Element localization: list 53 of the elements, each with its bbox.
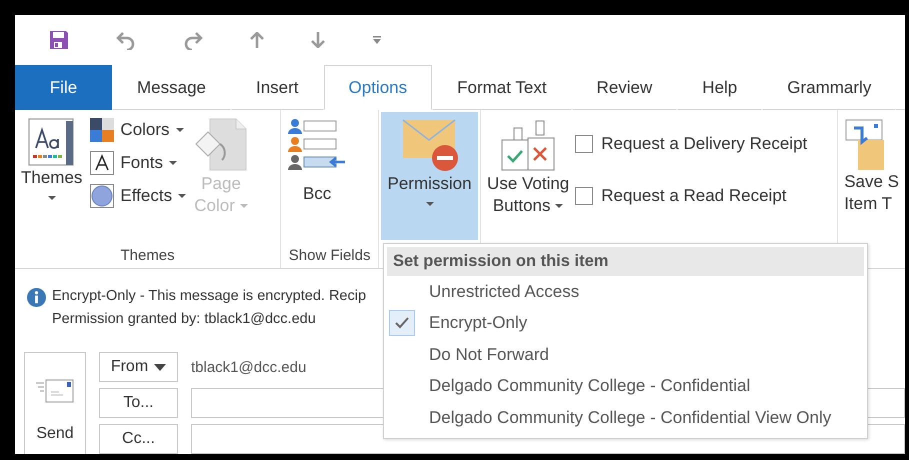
- save-sent-item-button[interactable]: Save S Item T: [838, 116, 905, 216]
- caret-icon: [154, 364, 166, 370]
- cc-button[interactable]: Cc...: [99, 424, 178, 454]
- theme-option-button[interactable]: Colors: [88, 118, 188, 142]
- theme-option-button[interactable]: Fonts: [88, 151, 188, 175]
- checkbox-label[interactable]: Request a Delivery Receipt: [601, 134, 808, 154]
- info-message: Encrypt-Only - This message is encrypted. Recip: [52, 287, 366, 306]
- undo-icon[interactable]: [116, 30, 136, 50]
- to-button[interactable]: To...: [99, 388, 178, 418]
- theme-option-button[interactable]: Effects: [88, 184, 188, 208]
- caret-icon: [168, 161, 177, 165]
- group-label: Show Fields: [288, 247, 372, 266]
- themes-button[interactable]: Themes: [15, 116, 88, 247]
- menu-header: Set permission on this item: [387, 247, 864, 276]
- font-letter-icon: [90, 151, 114, 175]
- ribbon-tab[interactable]: File: [15, 65, 112, 110]
- themes-icon: [28, 118, 76, 166]
- send-button[interactable]: Send: [24, 352, 86, 454]
- menu-item[interactable]: Encrypt-Only: [387, 308, 864, 339]
- envelope-icon: [35, 377, 75, 405]
- caret-icon: [426, 202, 434, 206]
- checkbox[interactable]: [575, 187, 594, 205]
- caret-icon: [176, 128, 184, 132]
- group-label: Themes: [119, 247, 176, 266]
- info-icon: [27, 288, 46, 307]
- from-button[interactable]: From: [99, 352, 178, 382]
- down-arrow-icon[interactable]: [311, 32, 325, 48]
- permission-button[interactable]: Permission: [381, 112, 478, 240]
- page-paint-bucket-icon: [194, 118, 248, 172]
- envelope-arrow-icon: [844, 118, 884, 170]
- color-swatch-icon: [90, 118, 114, 142]
- check-mark-icon: [394, 316, 410, 330]
- ribbon-tab[interactable]: Options: [324, 65, 432, 110]
- menu-item[interactable]: Unrestricted Access: [387, 276, 864, 308]
- customize-icon[interactable]: [372, 36, 382, 44]
- caret-icon: [555, 204, 564, 208]
- checkbox[interactable]: [575, 135, 594, 153]
- caret-icon: [178, 194, 186, 198]
- up-arrow-icon[interactable]: [250, 32, 264, 48]
- menu-item[interactable]: Delgado Community College - Confidential View Only: [387, 402, 864, 434]
- caret-icon: [48, 196, 56, 200]
- from-address: tblack1@dcc.edu: [191, 358, 306, 376]
- menu-item[interactable]: Do Not Forward: [387, 339, 864, 370]
- caret-icon: [240, 204, 248, 208]
- circle-effect-icon: [90, 184, 114, 208]
- save-icon[interactable]: [49, 30, 69, 50]
- redo-icon[interactable]: [183, 30, 203, 50]
- checkbox-label[interactable]: Request a Read Receipt: [601, 186, 787, 206]
- info-message: Permission granted by: tblack1@dcc.edu: [52, 310, 317, 329]
- menu-item[interactable]: Delgado Community College - Confidential: [387, 370, 864, 402]
- ballot-boxes-icon: [500, 120, 556, 172]
- bcc-button[interactable]: Bcc: [281, 116, 354, 247]
- contacts-list-icon: [287, 118, 348, 172]
